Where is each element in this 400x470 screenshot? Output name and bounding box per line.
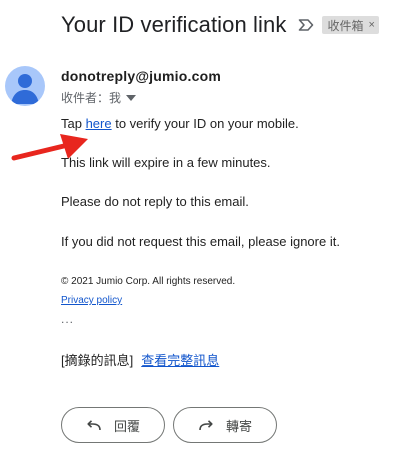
reply-label: 回覆: [113, 418, 140, 434]
recipient-label: 收件者：我: [61, 91, 122, 105]
body-paragraph-ignore: If you did not request this email, pleas…: [61, 234, 340, 249]
body-paragraph-tap: Tap here to verify your ID on your mobil…: [61, 116, 299, 131]
label-chip-text: 收件箱: [327, 18, 364, 33]
person-icon: [11, 74, 39, 104]
label-chip-inbox[interactable]: 收件箱 ×: [322, 16, 379, 34]
sender-avatar[interactable]: [5, 66, 45, 106]
forward-icon: [198, 417, 214, 433]
clipped-message-label: [摘錄的訊息]: [61, 353, 134, 368]
forward-label: 轉寄: [225, 418, 252, 434]
recipient-row: 收件者：我: [61, 89, 137, 106]
subject-row: Your ID verification link 收件箱 ×: [61, 10, 379, 40]
copyright-text: © 2021 Jumio Corp. All rights reserved.: [61, 276, 236, 287]
body-paragraph-expire: This link will expire in a few minutes.: [61, 155, 271, 170]
reply-icon: [86, 417, 102, 433]
important-marker-icon[interactable]: [298, 18, 314, 32]
privacy-policy-link[interactable]: Privacy policy: [61, 295, 122, 306]
trimmed-content-ellipsis[interactable]: ...: [61, 312, 74, 326]
email-subject: Your ID verification link: [61, 12, 287, 37]
p1-suffix: to verify your ID on your mobile.: [111, 116, 299, 131]
clipped-message-row: [摘錄的訊息] 查看完整訊息: [61, 350, 219, 369]
view-full-message-link[interactable]: 查看完整訊息: [141, 350, 219, 369]
sender-address[interactable]: donotreply@jumio.com: [61, 68, 221, 84]
reply-button[interactable]: 回覆: [61, 407, 165, 443]
body-paragraph-no-reply: Please do not reply to this email.: [61, 194, 249, 209]
forward-button[interactable]: 轉寄: [173, 407, 277, 443]
chevron-down-icon[interactable]: [125, 92, 137, 104]
label-chip-close-icon[interactable]: ×: [368, 19, 374, 31]
